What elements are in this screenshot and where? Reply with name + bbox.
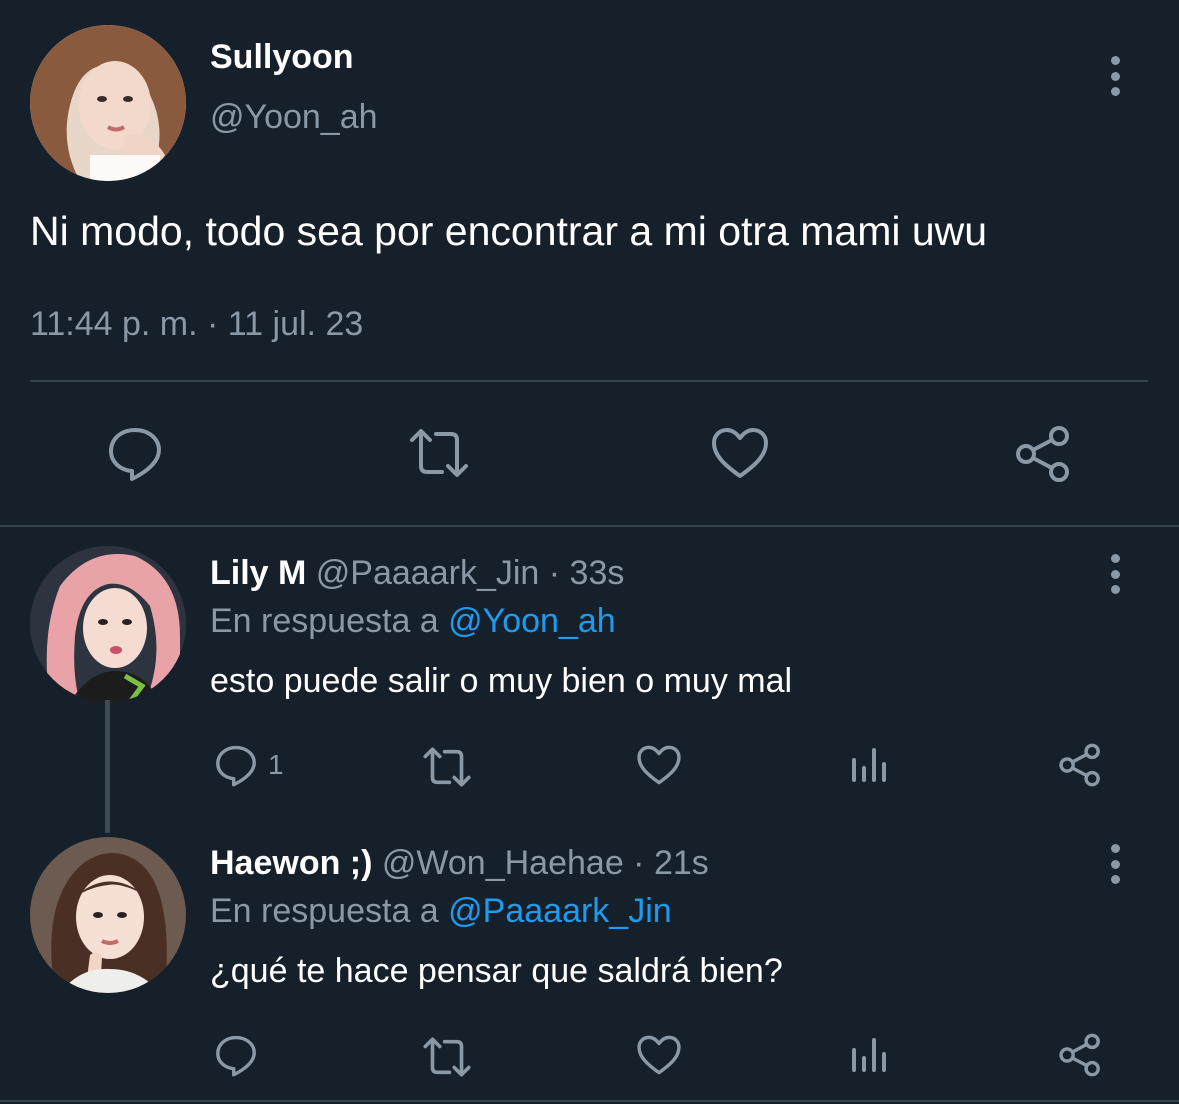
analytics-icon <box>852 748 886 782</box>
reply-header: Haewon ;) @Won_Haehae · 21s <box>210 843 709 883</box>
in-reply-to-line: En respuesta a @Paaaark_Jin <box>210 891 672 931</box>
avatar-image <box>30 25 186 181</box>
reply-text: esto puede salir o muy bien o muy mal <box>210 662 793 700</box>
like-button[interactable] <box>710 426 770 480</box>
analytics-button[interactable] <box>850 746 890 784</box>
thread-connector-line <box>105 700 110 833</box>
in-reply-to-line: En respuesta a @Yoon_ah <box>210 601 616 641</box>
reply-button[interactable]: 1 <box>214 743 284 787</box>
more-options-icon[interactable] <box>1100 842 1130 886</box>
reply-handle-time[interactable]: @Paaaark_Jin · 33s <box>316 554 625 592</box>
section-divider <box>0 525 1179 527</box>
analytics-button[interactable] <box>850 1036 890 1074</box>
in-reply-mention[interactable]: @Yoon_ah <box>448 602 616 640</box>
in-reply-prefix: En respuesta a <box>210 892 439 930</box>
reply-icon <box>109 428 161 481</box>
reply-button[interactable] <box>106 424 164 482</box>
share-icon <box>1059 1033 1100 1077</box>
like-icon <box>637 745 681 785</box>
reply-display-name[interactable]: Haewon ;) <box>210 844 372 882</box>
reply-display-name[interactable]: Lily M <box>210 554 306 592</box>
reply-button[interactable] <box>214 1033 258 1077</box>
avatar-image <box>30 837 186 993</box>
in-reply-prefix: En respuesta a <box>210 602 439 640</box>
reply-text: ¿qué te hace pensar que saldrá bien? <box>210 952 783 990</box>
in-reply-mention[interactable]: @Paaaark_Jin <box>448 892 672 930</box>
more-options-icon[interactable] <box>1100 54 1130 98</box>
share-button[interactable] <box>1058 1032 1102 1078</box>
reply-header: Lily M @Paaaark_Jin · 33s <box>210 553 624 593</box>
bottom-divider <box>0 1100 1179 1102</box>
reply-icon <box>216 1035 256 1077</box>
author-handle[interactable]: @Yoon_ah <box>210 97 378 137</box>
like-button[interactable] <box>636 744 682 786</box>
avatar-image <box>30 546 186 702</box>
retweet-button[interactable] <box>422 745 472 789</box>
retweet-button[interactable] <box>422 1035 472 1079</box>
retweet-icon <box>423 747 471 787</box>
like-icon <box>712 428 768 478</box>
tweet-timestamp[interactable]: 11:44 p. m. · 11 jul. 23 <box>30 302 363 346</box>
avatar-haewon[interactable] <box>30 837 186 993</box>
avatar-sullyoon[interactable] <box>30 25 186 181</box>
reply-handle-time[interactable]: @Won_Haehae · 21s <box>382 844 709 882</box>
share-button[interactable] <box>1058 742 1102 788</box>
retweet-icon <box>410 429 468 477</box>
reply-count: 1 <box>268 749 284 780</box>
like-icon <box>637 1035 681 1075</box>
share-button[interactable] <box>1014 424 1072 484</box>
divider <box>30 380 1148 382</box>
retweet-icon <box>423 1037 471 1077</box>
share-icon <box>1016 426 1069 482</box>
more-options-icon[interactable] <box>1100 552 1130 596</box>
reply-icon <box>216 745 256 787</box>
like-button[interactable] <box>636 1034 682 1076</box>
author-display-name[interactable]: Sullyoon <box>210 37 354 77</box>
retweet-button[interactable] <box>408 426 470 480</box>
avatar-lily-m[interactable] <box>30 546 186 702</box>
analytics-icon <box>852 1038 886 1072</box>
tweet-text: Ni modo, todo sea por encontrar a mi otr… <box>30 208 988 254</box>
share-icon <box>1059 743 1100 787</box>
